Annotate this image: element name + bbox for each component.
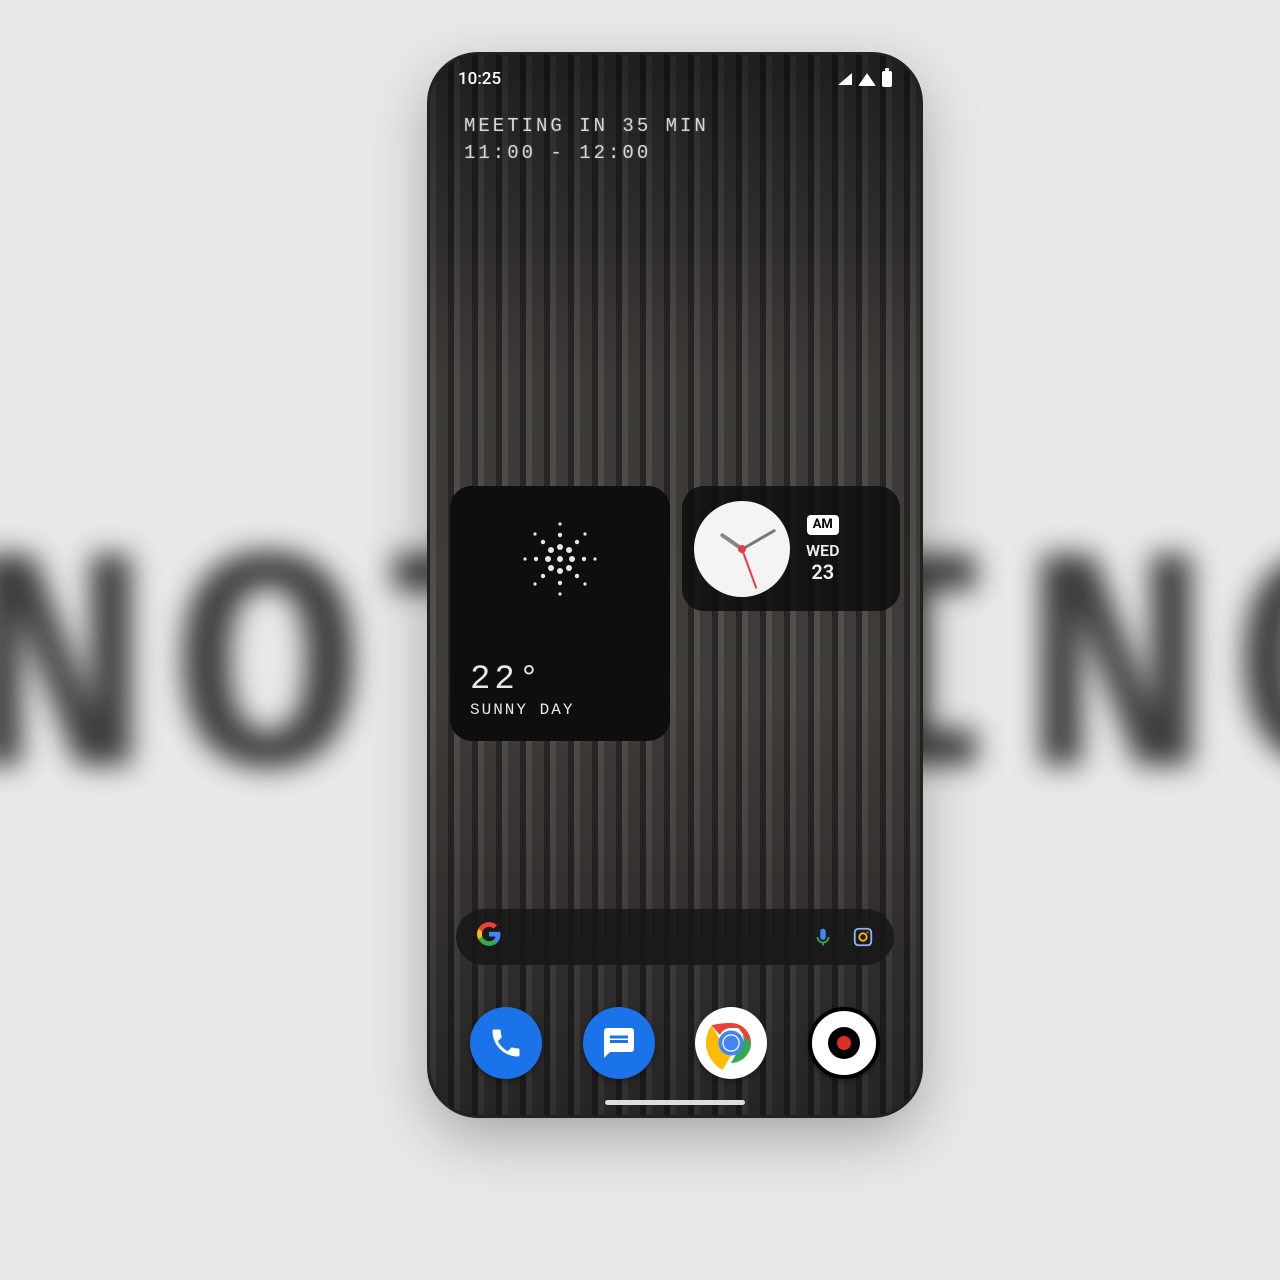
gesture-nav-handle[interactable] [605,1100,745,1105]
clock-ampm: AM [807,515,839,535]
signal-icon [838,73,852,85]
weather-widget[interactable]: 22° SUNNY DAY [450,486,670,741]
calendar-event-time: 11:00 - 12:00 [464,140,886,167]
phone-frame: 10:25 MEETING IN 35 MIN 11:00 - 12:00 [430,55,920,1115]
weather-temperature: 22° [470,661,650,699]
phone-app-icon[interactable] [470,1007,542,1079]
sun-icon [515,514,605,604]
calendar-event-title: MEETING IN 35 MIN [464,113,886,140]
analog-clock-icon [694,501,790,597]
wifi-icon [858,73,876,86]
dock [430,1007,920,1079]
clock-day-of-week: WED [806,541,840,560]
lens-icon[interactable] [852,926,874,948]
battery-icon [882,71,892,87]
chrome-app-icon[interactable] [695,1007,767,1079]
status-bar: 10:25 [430,55,920,89]
google-search-bar[interactable] [456,909,894,965]
clock-day-number: 23 [806,560,840,584]
messages-app-icon[interactable] [583,1007,655,1079]
home-screen[interactable]: 10:25 MEETING IN 35 MIN 11:00 - 12:00 [430,55,920,1115]
mic-icon[interactable] [812,926,834,948]
calendar-widget[interactable]: MEETING IN 35 MIN 11:00 - 12:00 [430,89,920,166]
camera-app-icon[interactable] [808,1007,880,1079]
status-time: 10:25 [458,69,501,89]
clock-widget[interactable]: AM WED 23 [682,486,900,611]
google-logo-icon [476,921,502,954]
weather-description: SUNNY DAY [470,701,650,719]
